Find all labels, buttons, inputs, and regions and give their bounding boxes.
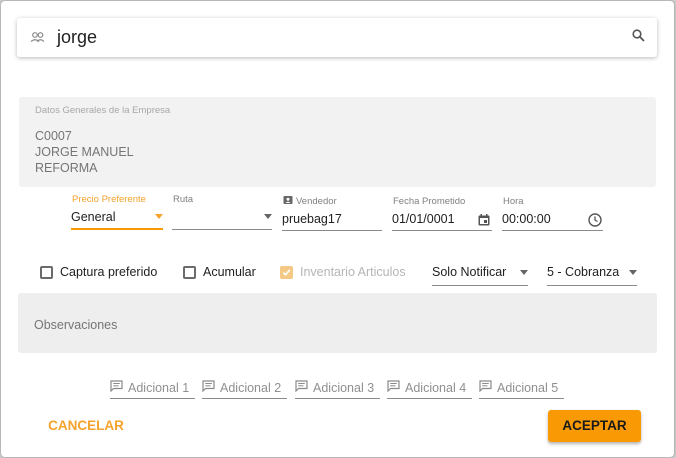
cancel-button[interactable]: CANCELAR: [41, 412, 131, 440]
customer-search-field[interactable]: jorge: [17, 18, 657, 57]
notificar-value: Solo Notificar: [432, 265, 507, 279]
adicional-4-placeholder: Adicional 4: [405, 380, 467, 395]
precio-preferente-select[interactable]: Precio Preferente General: [71, 193, 163, 231]
comment-icon: [387, 379, 400, 397]
inventario-articulos-checkbox: Inventario Articulos: [280, 265, 406, 279]
chevron-down-icon: [520, 270, 528, 275]
adicional-3-field[interactable]: Adicional 3: [295, 377, 380, 399]
vendedor-field[interactable]: Vendedor pruebag17: [282, 193, 382, 231]
precio-preferente-value: General: [71, 210, 116, 224]
fecha-value: 01/01/0001: [392, 212, 455, 226]
comment-icon: [479, 379, 492, 397]
people-icon: [30, 30, 45, 48]
fecha-label: Fecha Prometido: [393, 196, 466, 207]
fecha-prometido-field[interactable]: Fecha Prometido 01/01/0001: [392, 193, 492, 231]
notificar-select[interactable]: Solo Notificar: [432, 261, 528, 287]
acumular-label: Acumular: [203, 265, 256, 279]
company-info-panel: Datos Generales de la Empresa C0007 JORG…: [19, 97, 656, 187]
vendedor-underline: [282, 230, 382, 231]
company-address: REFORMA: [35, 161, 98, 175]
contact-icon: [283, 195, 293, 208]
precio-underline: [71, 228, 163, 230]
precio-preferente-label: Precio Preferente: [72, 194, 146, 205]
chevron-down-icon: [264, 214, 272, 219]
vendedor-label-wrap: Vendedor: [283, 195, 337, 208]
captura-preferido-label: Captura preferido: [60, 265, 158, 279]
vendedor-label: Vendedor: [296, 196, 337, 207]
checkbox-box[interactable]: [183, 265, 196, 279]
accept-button[interactable]: ACEPTAR: [548, 410, 641, 442]
chevron-down-icon: [629, 270, 637, 275]
ruta-underline: [172, 229, 272, 230]
adicional-3-placeholder: Adicional 3: [313, 380, 375, 395]
vendedor-value: pruebag17: [282, 212, 342, 226]
checkbox-checked-box: [280, 265, 293, 279]
hora-label: Hora: [503, 196, 524, 207]
company-panel-title: Datos Generales de la Empresa: [35, 105, 171, 116]
cobranza-select[interactable]: 5 - Cobranza: [547, 261, 637, 287]
adicional-1-placeholder: Adicional 1: [128, 380, 190, 395]
chevron-down-icon: [155, 214, 163, 219]
ruta-label: Ruta: [173, 194, 194, 205]
search-icon[interactable]: [632, 29, 645, 47]
adicional-4-field[interactable]: Adicional 4: [387, 377, 472, 399]
company-code: C0007: [35, 129, 72, 143]
company-name: JORGE MANUEL: [35, 145, 134, 159]
hora-underline: [502, 230, 603, 231]
comment-icon: [202, 379, 215, 397]
search-input[interactable]: jorge: [57, 27, 97, 48]
comment-icon: [110, 379, 123, 397]
adicional-1-field[interactable]: Adicional 1: [110, 377, 195, 399]
customer-dialog: jorge Datos Generales de la Empresa C000…: [1, 1, 674, 457]
cobranza-value: 5 - Cobranza: [547, 265, 620, 279]
cobranza-underline: [547, 285, 637, 286]
notificar-underline: [432, 285, 528, 286]
hora-value: 00:00:00: [502, 212, 551, 226]
fecha-underline: [392, 230, 492, 231]
hora-field[interactable]: Hora 00:00:00: [502, 193, 603, 231]
adicional-5-placeholder: Adicional 5: [497, 380, 559, 395]
ruta-select[interactable]: Ruta: [172, 193, 272, 231]
observaciones-placeholder: Observaciones: [34, 318, 118, 332]
captura-preferido-checkbox[interactable]: Captura preferido: [40, 265, 157, 279]
acumular-checkbox[interactable]: Acumular: [183, 265, 256, 279]
calendar-icon[interactable]: [478, 213, 490, 231]
adicional-2-field[interactable]: Adicional 2: [202, 377, 287, 399]
adicional-2-placeholder: Adicional 2: [220, 380, 282, 395]
inventario-articulos-label: Inventario Articulos: [300, 265, 406, 279]
check-icon: [282, 268, 291, 276]
adicional-5-field[interactable]: Adicional 5: [479, 377, 564, 399]
comment-icon: [295, 379, 308, 397]
observaciones-textarea[interactable]: Observaciones: [18, 293, 657, 353]
checkbox-box[interactable]: [40, 265, 53, 279]
